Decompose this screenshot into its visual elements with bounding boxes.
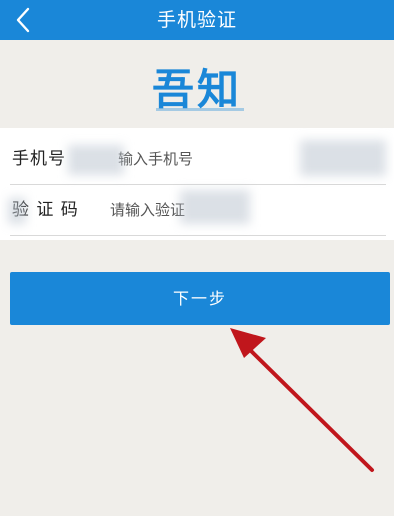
next-step-button[interactable]: 下一步 bbox=[10, 272, 390, 325]
blur-mask bbox=[8, 198, 26, 224]
blur-mask bbox=[180, 190, 250, 224]
logo-underline bbox=[156, 108, 244, 111]
page-title: 手机验证 bbox=[156, 9, 237, 31]
app-header: 手机验证 bbox=[0, 0, 394, 40]
blur-mask bbox=[68, 145, 124, 175]
phone-input[interactable]: 输入手机号 bbox=[118, 134, 193, 184]
code-input[interactable]: 请输入验证 bbox=[110, 185, 185, 235]
phone-label: 手机号 bbox=[12, 149, 66, 169]
blur-mask bbox=[300, 140, 386, 176]
